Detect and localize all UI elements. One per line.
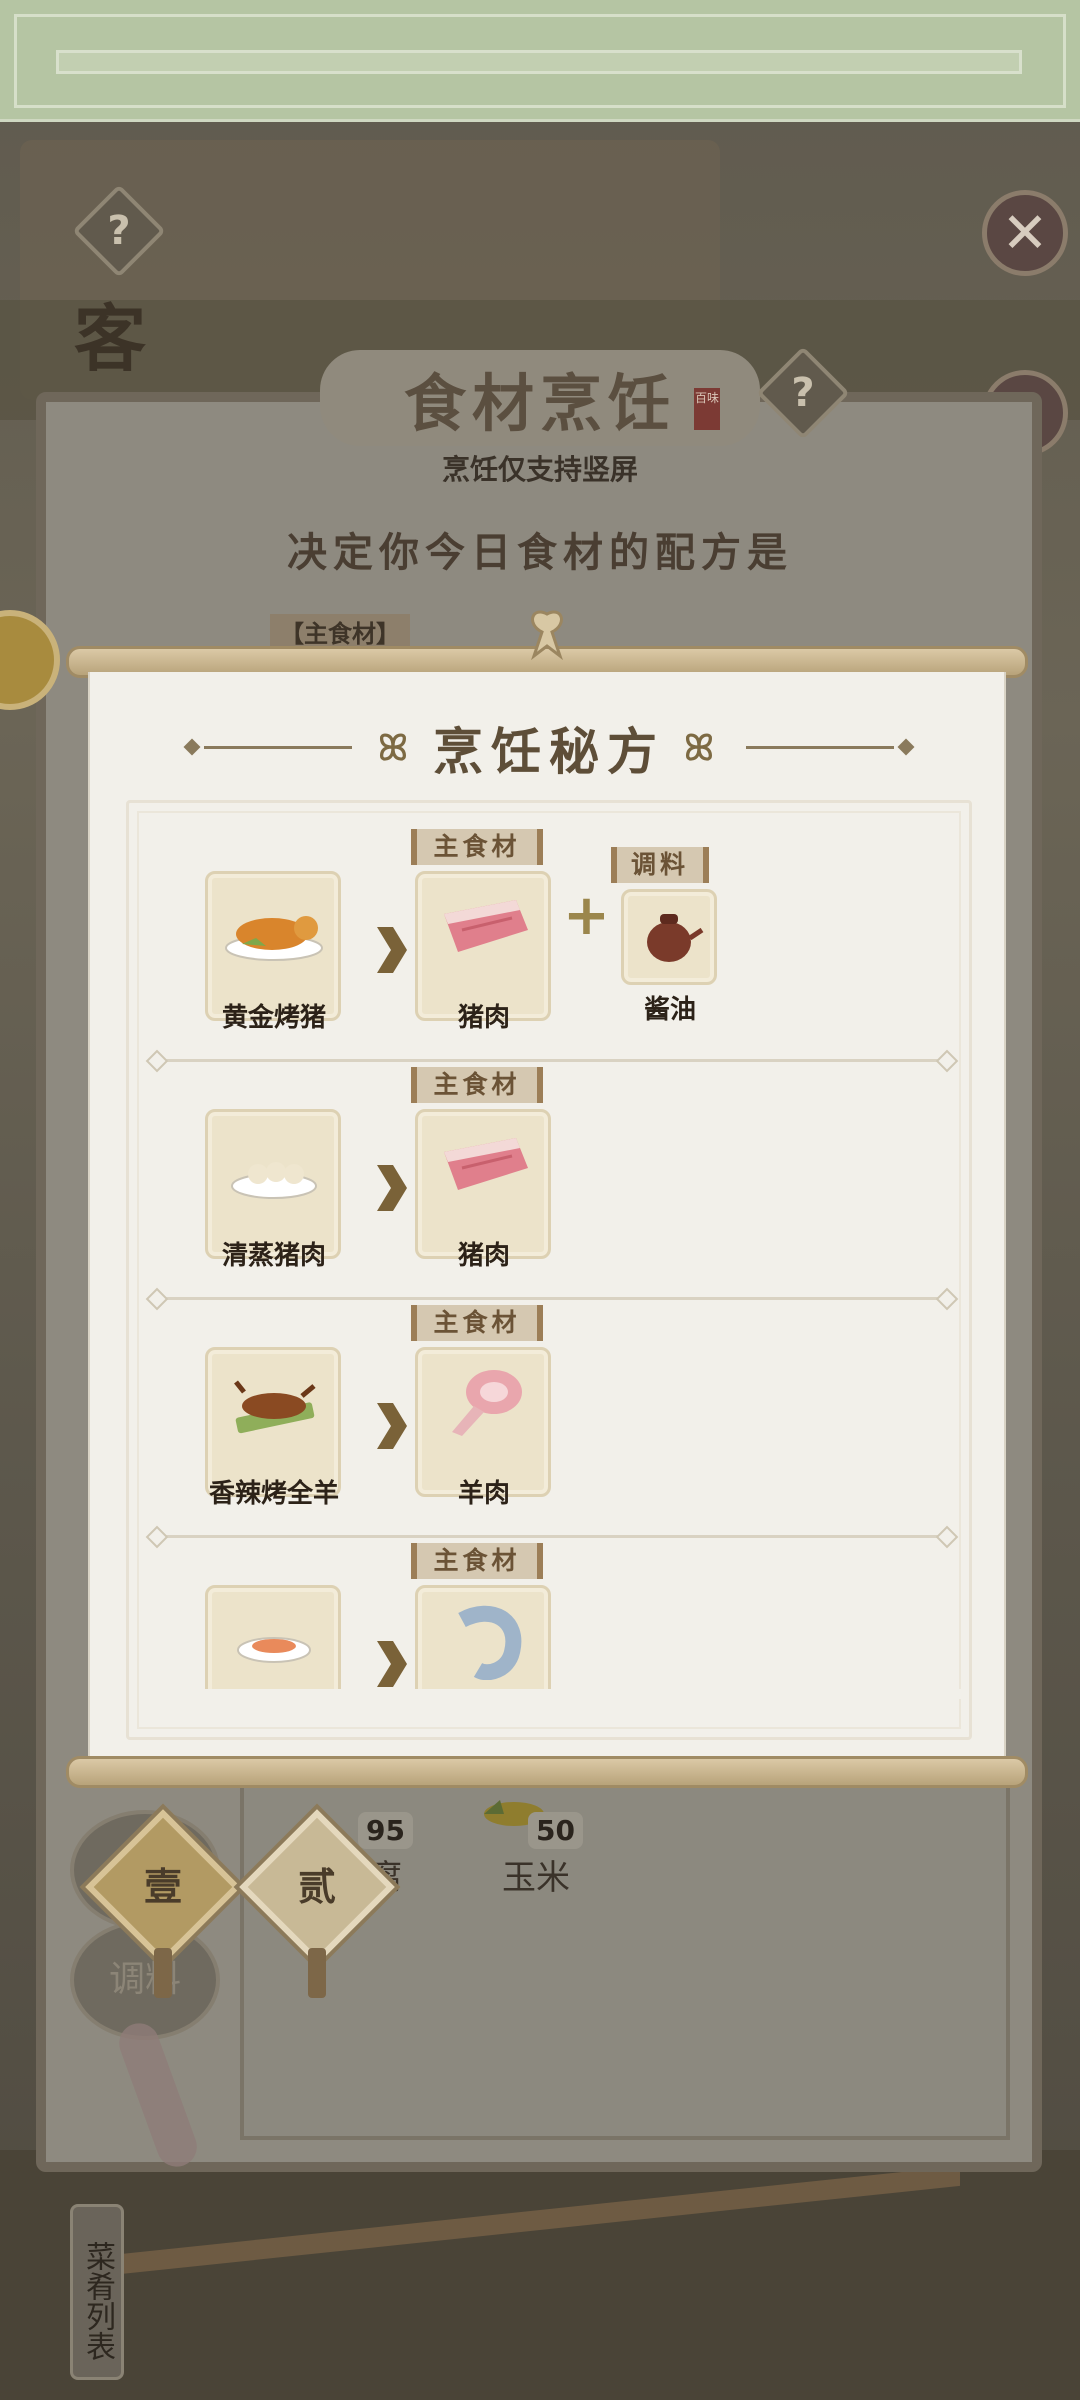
- recipe-list[interactable]: 黄金烤猪 主食材 猪肉 + 调料 酱油 清蒸猪肉 主食材 猪肉 香辣烤全羊 主食…: [139, 809, 965, 1699]
- row-divider: [157, 1535, 947, 1538]
- close-icon: ✕: [1001, 200, 1049, 266]
- dish-name: 清蒸猪肉: [221, 1241, 326, 1271]
- ingredient-name: 羊肉: [457, 1479, 510, 1509]
- lamb-leg-icon: [452, 1370, 522, 1436]
- cooking-title: 食材烹饪: [403, 367, 676, 440]
- game-screen: ? 客 ✕ ✕ 食材烹饪 百味 ? 烹饪仅支持竖屏 决定你今日食材的配方是 【主…: [0, 0, 1080, 2400]
- shrimp-icon: [458, 1605, 522, 1680]
- recipe-modal: ꕤ 烹饪秘方 ꕤ 黄金烤猪 主食材 猪肉 + 调料 酱油 清蒸猪肉 主食材 猪肉…: [88, 672, 1006, 1762]
- pork-icon: [444, 900, 528, 952]
- swirl-icon: ꕤ: [684, 728, 714, 769]
- ingredient-name: 猪肉: [457, 1003, 510, 1033]
- scene-close-button[interactable]: ✕: [982, 190, 1068, 276]
- ingredient-label: 玉米: [502, 1858, 570, 1898]
- arrow-right-icon: [377, 1641, 407, 1687]
- question-icon: ?: [791, 370, 815, 416]
- shrimp-dish-icon: [237, 1637, 311, 1663]
- dish-list-button[interactable]: 菜肴列表: [70, 2204, 124, 2380]
- ornament-line: [746, 746, 894, 749]
- arrow-right-icon: [377, 1165, 407, 1211]
- main-ingredient-tag: 主食材: [411, 1067, 543, 1103]
- recipe-frame: 黄金烤猪 主食材 猪肉 + 调料 酱油 清蒸猪肉 主食材 猪肉 香辣烤全羊 主食…: [126, 800, 972, 1740]
- slot-token-label: 壹: [143, 1864, 182, 1909]
- pork-icon: [444, 1138, 528, 1190]
- ingredient-qty: 95: [358, 1812, 413, 1849]
- seasoning-tag: 调料: [611, 847, 709, 883]
- dish-name: 黄金烤猪: [221, 1003, 326, 1033]
- recipe-row: 清蒸猪肉 主食材 猪肉: [139, 1067, 965, 1305]
- top-banner-bar: [56, 50, 1022, 74]
- recipe-header: ꕤ 烹饪秘方 ꕤ: [90, 712, 1008, 782]
- soy-sauce-pot-icon: [647, 914, 704, 962]
- roast-lamb-icon: [234, 1380, 316, 1434]
- recipe-row: 香辣烤全羊 主食材 羊肉: [139, 1305, 965, 1543]
- dish-name: 香辣烤全羊: [208, 1479, 339, 1509]
- main-ingredient-tag: 主食材: [411, 1543, 543, 1579]
- ingredient-qty: 50: [528, 1812, 583, 1849]
- plus-icon: +: [563, 883, 610, 948]
- main-ingredient-tag: 主食材: [411, 829, 543, 865]
- recipe-row: 主食材: [139, 1543, 965, 1699]
- ingredient-inventory: [240, 1780, 1010, 2140]
- scroll-knot-icon: [531, 610, 563, 661]
- list-bottom-edge: [139, 1689, 965, 1699]
- ingredient-name: 猪肉: [457, 1241, 510, 1271]
- recipe-row: 黄金烤猪 主食材 猪肉 + 调料 酱油: [139, 829, 965, 1067]
- top-banner: [0, 0, 1080, 122]
- guest-label: 客: [74, 296, 147, 381]
- token-stem: [154, 1948, 172, 1998]
- roast-pig-icon: [225, 916, 323, 961]
- arrow-right-icon: [377, 927, 407, 973]
- row-divider: [157, 1059, 947, 1062]
- portrait-only-note: 烹饪仅支持竖屏: [441, 453, 638, 486]
- main-ingredient-tag: 主食材: [411, 1305, 543, 1341]
- title-seal: 百味: [694, 388, 720, 430]
- steamed-dumplings-icon: [231, 1162, 317, 1199]
- ingredient-card[interactable]: [415, 1585, 551, 1699]
- token-stem: [308, 1948, 326, 1998]
- arrow-right-icon: [377, 1403, 407, 1449]
- seasoning-card[interactable]: [621, 889, 717, 985]
- decide-recipe-text: 决定你今日食材的配方是: [287, 529, 793, 576]
- slot-token-label: 贰: [297, 1864, 336, 1909]
- scroll-rod-bottom: [66, 1756, 1028, 1788]
- dish-card[interactable]: [205, 1585, 341, 1699]
- seasoning-name: 酱油: [643, 995, 696, 1025]
- row-divider: [157, 1297, 947, 1300]
- question-icon: ?: [107, 208, 131, 254]
